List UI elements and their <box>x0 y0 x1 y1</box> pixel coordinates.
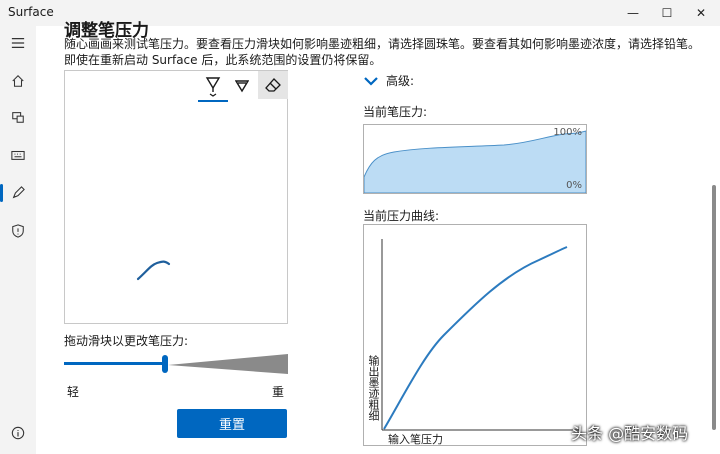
keyboard-icon <box>11 150 25 160</box>
slider-thumb[interactable] <box>162 355 168 373</box>
hamburger-menu-button[interactable] <box>0 28 36 58</box>
slider-max-label: 重 <box>272 385 285 399</box>
current-pressure-label: 当前笔压力: <box>363 105 428 119</box>
pen-icon <box>12 186 25 199</box>
pressure-curve-graph: 输出墨迹粗细 输入笔压力 <box>363 224 587 446</box>
home-icon <box>12 75 24 87</box>
pressure-min-label: 0% <box>566 180 582 191</box>
shield-icon <box>12 224 24 238</box>
sidebar-item-devices[interactable] <box>0 102 36 132</box>
close-button[interactable]: ✕ <box>686 0 716 26</box>
pressure-curve <box>381 239 579 431</box>
sidebar-item-keyboard[interactable] <box>0 140 36 170</box>
sidebar <box>0 26 36 454</box>
slider-track-filled <box>64 362 164 365</box>
slider-min-label: 轻 <box>67 385 80 399</box>
devices-icon <box>12 112 24 123</box>
menu-icon <box>11 38 25 48</box>
pressure-curve-label: 当前压力曲线: <box>363 209 440 223</box>
active-indicator <box>0 184 3 202</box>
sidebar-item-security[interactable] <box>0 216 36 246</box>
maximize-button[interactable]: ☐ <box>652 0 682 26</box>
curve-y-axis-label: 输出墨迹粗细 <box>367 355 380 421</box>
info-icon <box>11 426 25 440</box>
pressure-max-label: 100% <box>553 127 582 138</box>
drawing-canvas[interactable] <box>64 70 288 324</box>
chevron-down-icon <box>364 76 378 86</box>
ink-stroke <box>136 260 171 281</box>
watermark: 头条 @酷安数码 <box>571 424 689 443</box>
advanced-toggle[interactable]: 高级: <box>364 72 414 89</box>
reset-button[interactable]: 重置 <box>177 409 287 438</box>
slider-track-wedge <box>168 354 288 374</box>
pressure-slider[interactable] <box>64 352 288 376</box>
curve-x-axis-label: 输入笔压力 <box>388 433 443 446</box>
main-content: 调整笔压力 随心画画来测试笔压力。要查看压力滑块如何影响墨迹粗细，请选择圆珠笔。… <box>36 21 720 454</box>
sidebar-item-home[interactable] <box>0 66 36 96</box>
vertical-scrollbar[interactable] <box>712 185 716 430</box>
sidebar-item-about[interactable] <box>0 418 36 448</box>
pressure-graph: 100% 0% <box>363 124 587 194</box>
sidebar-item-pen[interactable] <box>0 178 36 208</box>
slider-label: 拖动滑块以更改笔压力: <box>64 334 189 348</box>
minimize-button[interactable]: — <box>618 0 648 26</box>
description-text: 随心画画来测试笔压力。要查看压力滑块如何影响墨迹粗细，请选择圆珠笔。要查看其如何… <box>64 37 701 67</box>
app-title: Surface <box>8 5 54 19</box>
advanced-label: 高级: <box>386 74 415 88</box>
